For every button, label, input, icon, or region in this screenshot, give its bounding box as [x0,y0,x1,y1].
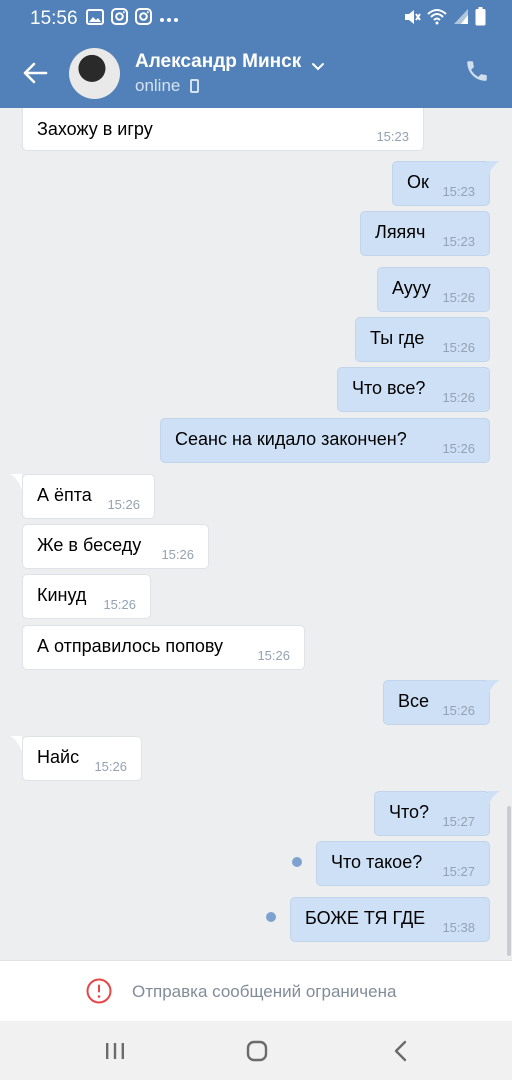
message-text: А ёпта [37,485,92,505]
message-outgoing[interactable]: БОЖЕ ТЯ ГДЕ 15:38 [290,897,490,942]
message-outgoing[interactable]: Сеанс на кидало закончен? 15:26 [160,418,490,463]
message-text: Аууу [392,278,431,298]
instagram-icon [111,8,128,30]
message-outgoing[interactable]: Ты где 15:26 [355,317,490,362]
message-time: 15:26 [107,497,140,512]
message-text: Же в беседу [37,535,142,555]
message-text: Захожу в игру [37,119,153,139]
navigation-bar [0,1021,512,1080]
status-time: 15:56 [30,8,78,29]
message-text: Ок [407,172,429,192]
call-button[interactable] [464,58,494,88]
message-time: 15:27 [442,864,475,879]
more-icon [159,10,179,28]
message-incoming[interactable]: Захожу в игру 15:23 [22,108,424,151]
message-time: 15:26 [94,759,127,774]
message-text: Ляяяч [375,222,426,242]
message-list[interactable]: Захожу в игру 15:23 Ок 15:23 Ляяяч 15:23… [0,108,512,960]
back-icon [394,1040,407,1062]
contact-name[interactable]: Александр Минск [135,51,301,73]
message-text: Все [398,691,430,711]
message-text: Что? [389,802,430,822]
back-nav-button[interactable] [385,1035,417,1067]
message-text: Кинуд [37,585,87,605]
recents-icon [106,1043,124,1059]
message-incoming[interactable]: А ёпта 15:26 [22,474,155,519]
wifi-icon [427,8,447,30]
message-outgoing[interactable]: Все 15:26 [383,680,490,725]
restricted-text: Отправка сообщений ограничена [132,982,397,1001]
back-button[interactable] [14,52,56,94]
message-outgoing[interactable]: Ляяяч 15:23 [360,211,490,256]
status-bar: 15:56 [0,0,512,38]
bubble-tail [488,680,500,696]
phone-icon [467,61,487,81]
message-outgoing[interactable]: Что такое? 15:27 [316,841,490,886]
message-text: БОЖЕ ТЯ ГДЕ [305,908,426,928]
message-time: 15:27 [442,814,475,829]
mobile-online-icon [190,79,199,93]
message-text: Что такое? [331,852,423,872]
bubble-tail [488,161,500,177]
header: 15:56 Александр Минск online [0,0,512,108]
message-time: 15:23 [442,184,475,199]
message-incoming[interactable]: Же в беседу 15:26 [22,524,209,569]
message-outgoing[interactable]: Что? 15:27 [374,791,490,836]
bubble-tail [10,474,22,490]
message-outgoing[interactable]: Ок 15:23 [392,161,490,206]
message-time: 15:26 [442,340,475,355]
message-time: 15:26 [161,547,194,562]
message-outgoing[interactable]: Что все? 15:26 [337,367,490,412]
avatar[interactable] [69,48,120,99]
unread-indicator [266,912,276,922]
message-time: 15:26 [442,290,475,305]
message-time: 15:26 [257,648,290,663]
home-icon [246,1040,268,1062]
message-time: 15:26 [103,597,136,612]
message-time: 15:38 [442,920,475,935]
message-text: Найс [37,747,80,767]
alert-circle-icon [86,978,112,1004]
arrow-left-icon [23,62,48,84]
bubble-tail [488,791,500,807]
message-text: А отправилось попову [37,636,224,656]
recents-button[interactable] [99,1035,131,1067]
chevron-down-icon[interactable] [311,58,325,76]
message-outgoing[interactable]: Аууу 15:26 [377,267,490,312]
message-text: Сеанс на кидало закончен? [175,429,407,449]
signal-icon [453,8,469,30]
instagram-icon [135,8,152,30]
chat-toolbar: Александр Минск online [0,38,512,108]
message-time: 15:26 [442,441,475,456]
message-time: 15:26 [442,390,475,405]
message-time: 15:26 [442,703,475,718]
notification-icons [86,8,179,30]
gallery-icon [86,8,104,30]
home-button[interactable] [241,1035,273,1067]
unread-indicator [292,857,302,867]
message-time: 15:23 [442,234,475,249]
battery-icon [475,7,486,31]
mute-icon [403,8,421,31]
message-text: Что все? [352,378,426,398]
message-incoming[interactable]: А отправилось попову 15:26 [22,625,305,670]
system-icons [403,7,486,31]
scrollbar[interactable] [507,806,511,956]
contact-status: online [135,76,181,95]
messaging-restricted-bar: Отправка сообщений ограничена [0,960,512,1021]
message-incoming[interactable]: Кинуд 15:26 [22,574,151,619]
bubble-tail [10,736,22,752]
message-text: Ты где [370,328,425,348]
message-time: 15:23 [376,129,409,144]
message-incoming[interactable]: Найс 15:26 [22,736,142,781]
